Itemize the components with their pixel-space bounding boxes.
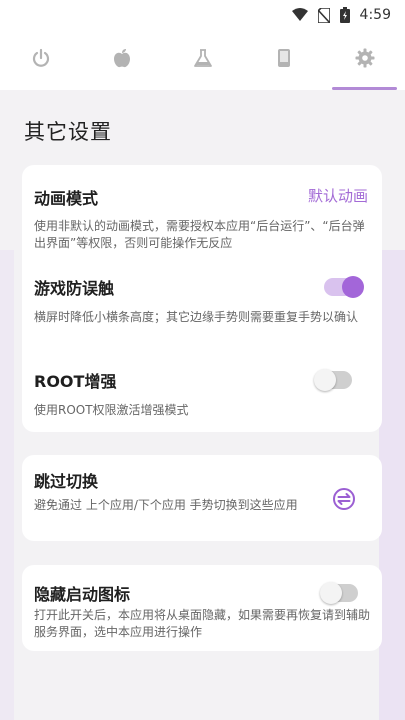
root-enhance-title: ROOT增强 xyxy=(34,372,117,391)
swap-icon[interactable] xyxy=(332,487,356,511)
power-icon xyxy=(31,48,51,72)
skip-switch-title: 跳过切换 xyxy=(34,472,99,491)
animation-mode-title: 动画模式 xyxy=(34,189,99,208)
flask-icon xyxy=(193,48,213,72)
apple-icon xyxy=(113,48,131,72)
toggle-knob xyxy=(314,369,336,391)
hide-icon-title: 隐藏启动图标 xyxy=(34,585,131,604)
phone-icon xyxy=(277,48,291,72)
skip-switch-desc: 避免通过 上个应用/下个应用 手势切换到这些应用 xyxy=(34,498,298,512)
tab-apple[interactable] xyxy=(81,30,162,90)
gear-icon xyxy=(355,48,375,72)
tab-lab[interactable] xyxy=(162,30,243,90)
status-bar: 4:59 xyxy=(0,0,405,30)
hide-icon-card[interactable]: 隐藏启动图标 打开此开关后，本应用将从桌面隐藏，如果需要再恢复请到辅助服务界面，… xyxy=(22,565,382,651)
tab-device[interactable] xyxy=(243,30,324,90)
background-accent-right xyxy=(379,250,405,720)
skip-switch-card[interactable]: 跳过切换 避免通过 上个应用/下个应用 手势切换到这些应用 xyxy=(22,455,382,541)
game-protect-desc: 横屏时降低小横条高度；其它边缘手势则需要重复手势以确认 xyxy=(34,310,359,324)
status-time: 4:59 xyxy=(359,7,391,23)
root-enhance-toggle[interactable] xyxy=(314,369,352,391)
page-title: 其它设置 xyxy=(24,120,112,144)
wifi-icon xyxy=(291,8,308,22)
toggle-knob xyxy=(320,582,342,604)
tab-power[interactable] xyxy=(0,30,81,90)
toggle-knob xyxy=(342,276,364,298)
hide-icon-toggle[interactable] xyxy=(320,582,358,604)
tab-settings[interactable] xyxy=(324,30,405,90)
tab-bar xyxy=(0,30,405,90)
hide-icon-desc: 打开此开关后，本应用将从桌面隐藏，如果需要再恢复请到辅助服务界面，选中本应用进行… xyxy=(34,608,371,639)
no-sim-icon xyxy=(317,7,330,23)
animation-mode-value[interactable]: 默认动画 xyxy=(308,185,368,206)
background-accent-left xyxy=(0,250,14,720)
game-protect-toggle[interactable] xyxy=(324,276,364,298)
battery-charging-icon xyxy=(339,7,350,23)
root-enhance-desc: 使用ROOT权限激活增强模式 xyxy=(34,403,189,417)
settings-card-general: 动画模式 默认动画 使用非默认的动画模式，需要授权本应用“后台运行”、“后台弹出… xyxy=(22,165,382,432)
animation-mode-desc: 使用非默认的动画模式，需要授权本应用“后台运行”、“后台弹出界面”等权限，否则可… xyxy=(34,219,365,250)
game-protect-title: 游戏防误触 xyxy=(34,279,115,298)
